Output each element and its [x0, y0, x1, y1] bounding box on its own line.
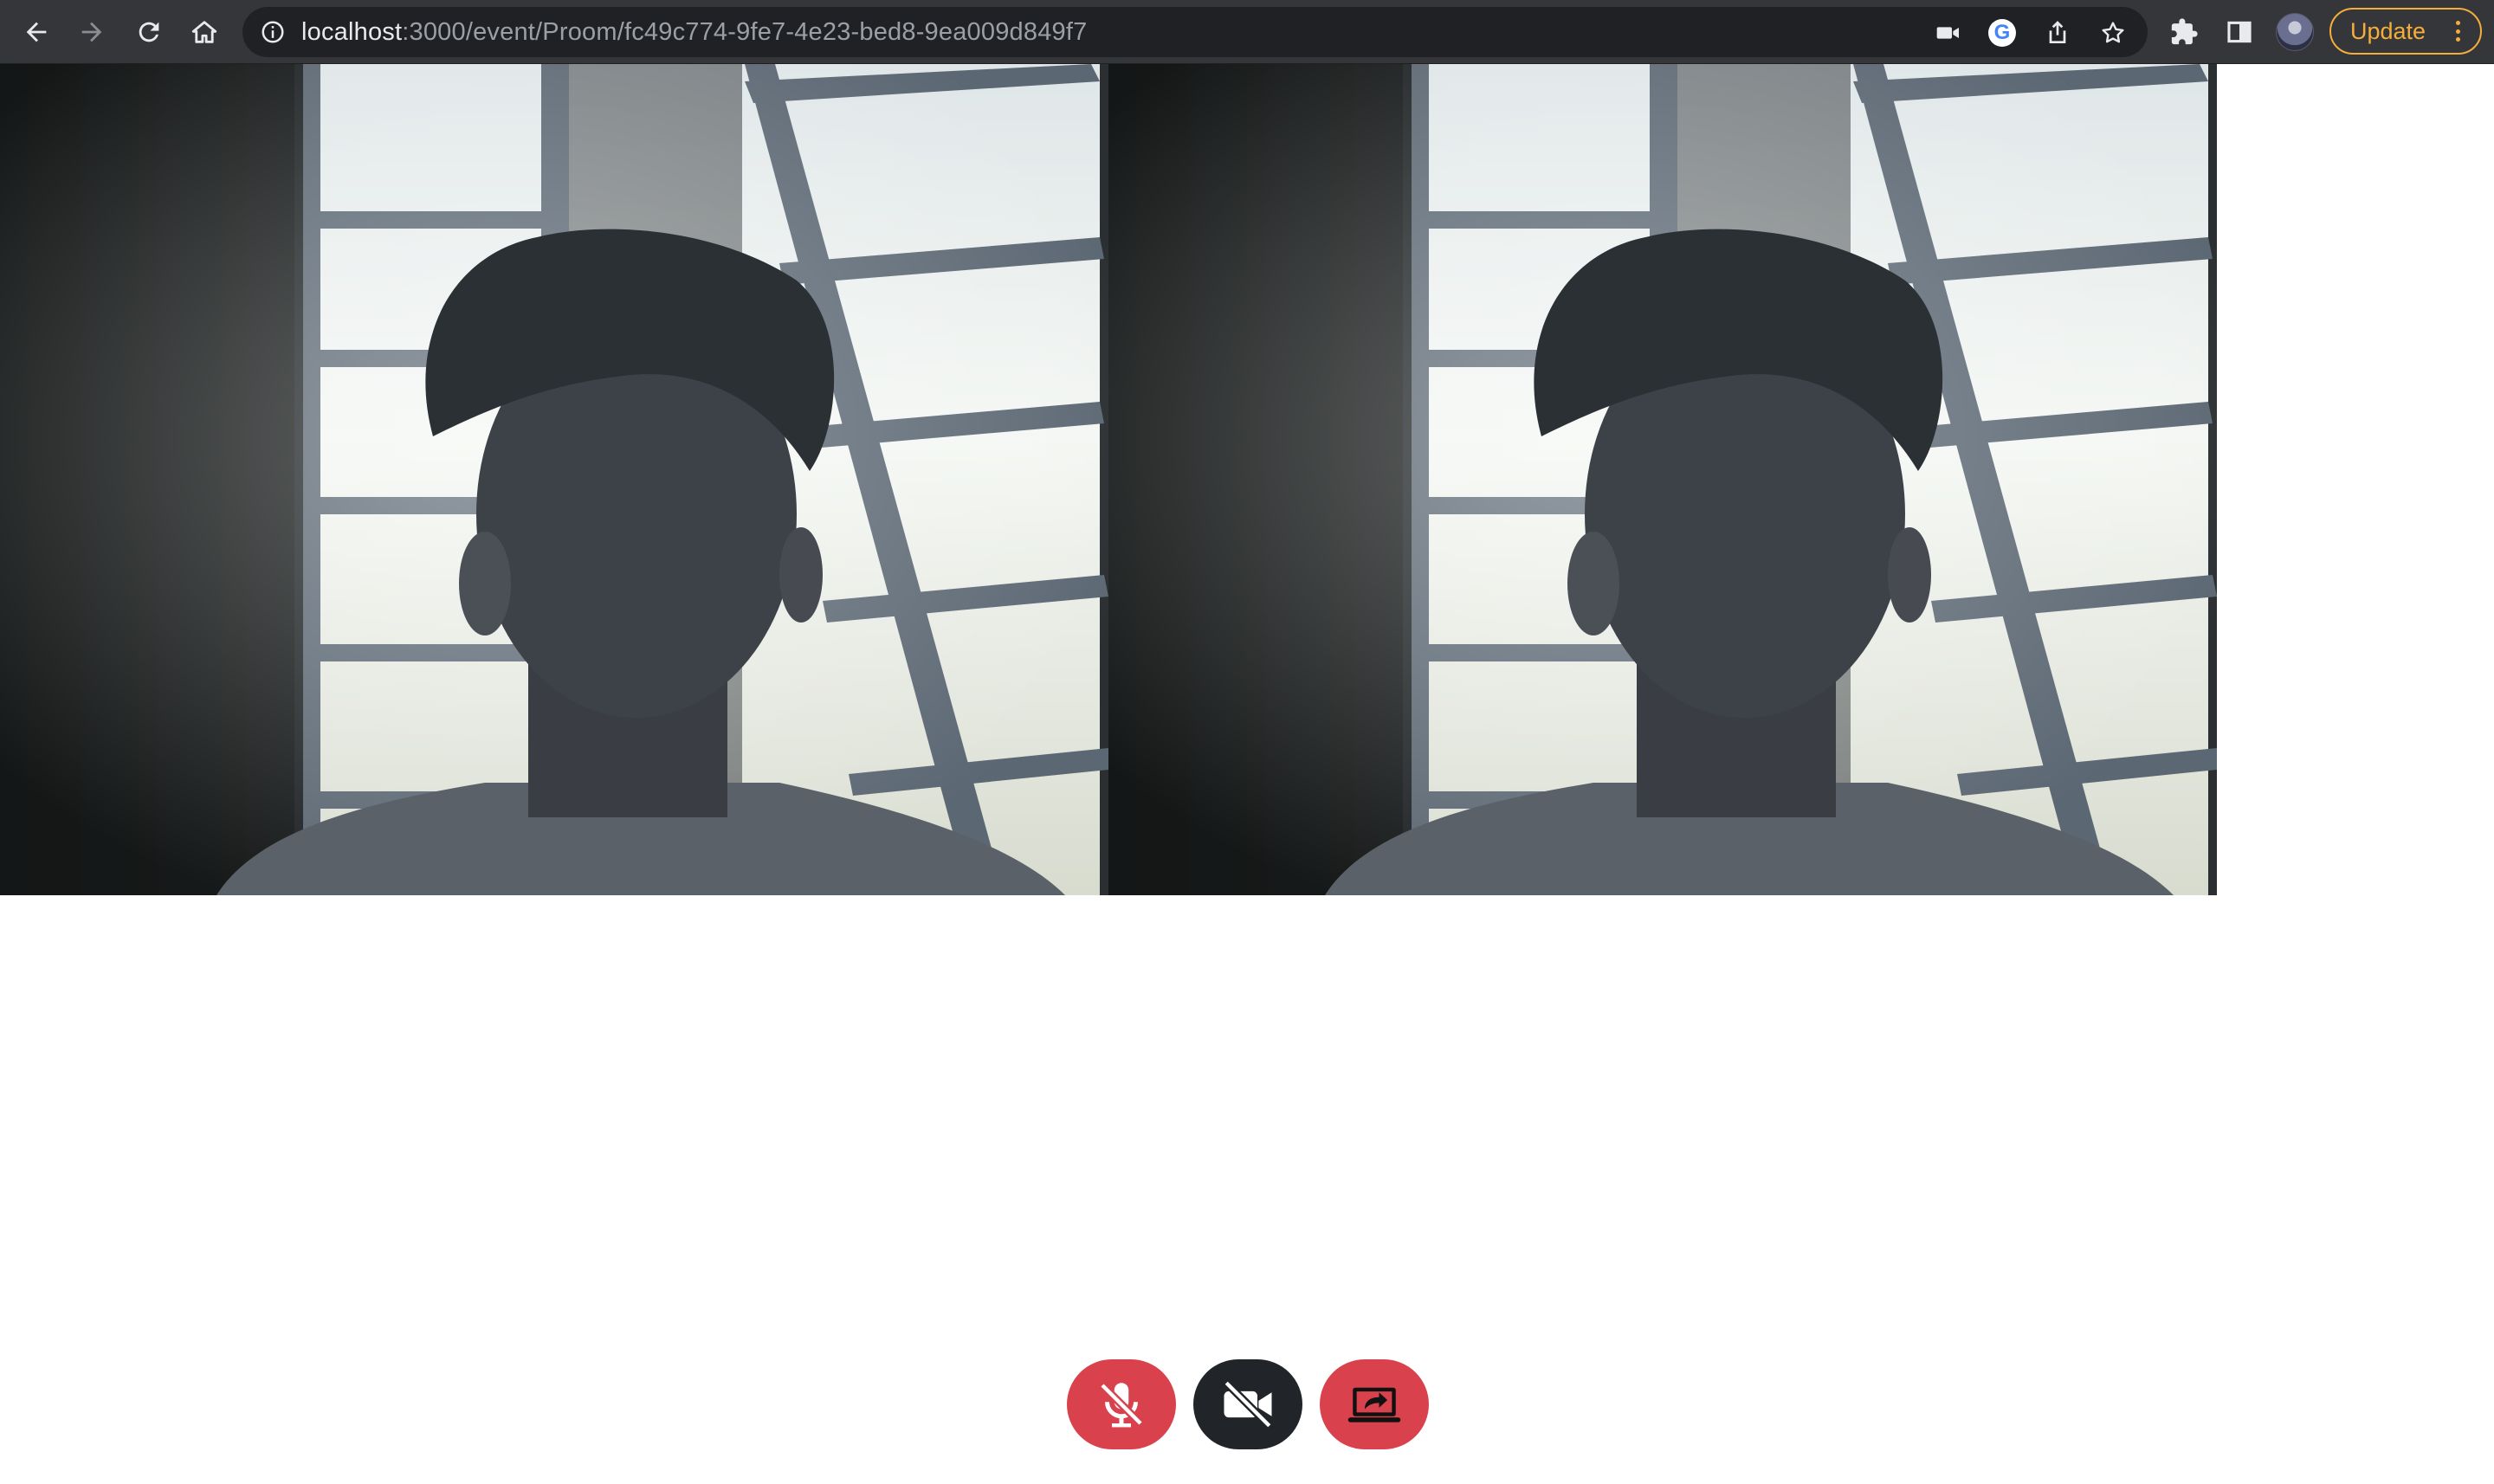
profile-avatar[interactable] [2276, 13, 2314, 51]
google-icon: G [1988, 19, 2016, 47]
browser-toolbar: localhost:3000/event/Proom/fc49c774-9fe7… [0, 0, 2494, 64]
more-menu-icon[interactable] [2456, 21, 2461, 42]
extensions-icon [2171, 18, 2198, 45]
forward-icon [81, 22, 102, 42]
video-off-icon [1223, 1379, 1273, 1429]
site-info-icon[interactable] [260, 19, 286, 45]
back-icon [26, 22, 47, 42]
local-video [0, 64, 1108, 895]
webcam-feed-image [0, 64, 1108, 895]
bookmark-star-icon [2102, 22, 2124, 43]
reload-icon [139, 22, 159, 42]
url-host: localhost [301, 18, 403, 46]
webcam-feed-image [1108, 64, 2217, 895]
reload-button[interactable] [128, 11, 170, 53]
video-grid [0, 64, 2217, 895]
extensions-button[interactable] [2163, 11, 2205, 53]
share-screen-button[interactable] [1320, 1359, 1429, 1449]
mute-microphone-button[interactable] [1067, 1359, 1176, 1449]
url-text[interactable]: localhost:3000/event/Proom/fc49c774-9fe7… [301, 7, 1087, 57]
toggle-camera-button[interactable] [1193, 1359, 1302, 1449]
share-button[interactable] [2042, 17, 2073, 48]
camera-in-use-indicator[interactable] [1933, 17, 1964, 48]
forward-button[interactable] [71, 11, 113, 53]
back-button[interactable] [16, 11, 57, 53]
side-panel-button[interactable] [2219, 11, 2260, 53]
screen-share-icon [1347, 1387, 1401, 1423]
home-icon [191, 21, 217, 43]
address-bar[interactable]: localhost:3000/event/Proom/fc49c774-9fe7… [242, 7, 2148, 57]
google-lens-button[interactable]: G [1987, 17, 2018, 48]
home-button[interactable] [184, 11, 225, 53]
call-controls [1067, 1359, 1429, 1449]
side-panel-icon [2227, 21, 2252, 43]
url-path: :3000/event/Proom/fc49c774-9fe7-4e23-bed… [402, 18, 1088, 46]
update-label: Update [2350, 17, 2426, 44]
share-icon [2049, 21, 2066, 43]
mic-off-icon [1099, 1382, 1144, 1428]
remote-video [1108, 64, 2217, 895]
camera-in-use-icon [1936, 27, 1959, 39]
bookmark-button[interactable] [2097, 17, 2129, 48]
update-button[interactable]: Update [2329, 8, 2482, 55]
